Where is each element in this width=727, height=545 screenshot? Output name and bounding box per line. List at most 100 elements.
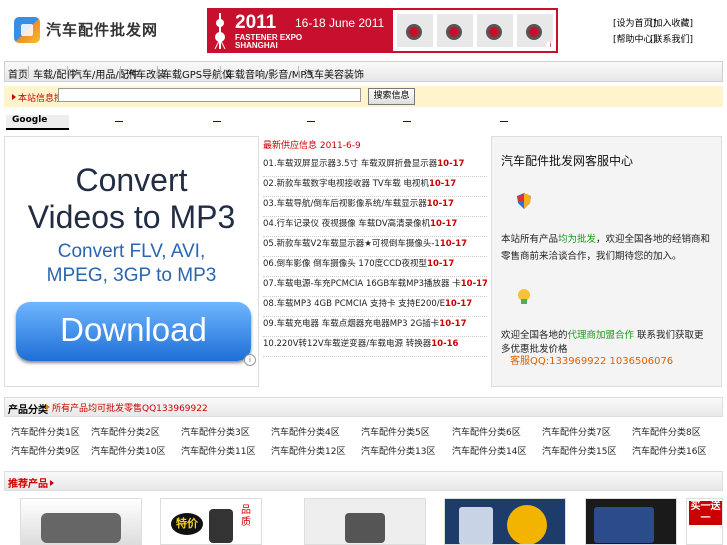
news-item-title[interactable]: 06.倒车影像 倒车摄像头 170度CCD夜视型 [263, 259, 427, 269]
product-thumb[interactable] [585, 498, 677, 545]
news-item-title[interactable]: 09.车载充电器 车载点烟器充电器MP3 2G插卡 [263, 319, 439, 329]
search-input[interactable] [58, 88, 361, 102]
expo-banner-ad[interactable]: 2011 16-18 June 2011 FASTENER EXPO SHANG… [207, 8, 558, 53]
ad-heading-2: Videos to MP3 [27, 199, 236, 235]
news-item-date: 10-17 [427, 259, 455, 269]
news-item[interactable]: 07.车载电源-车充PCMCIA 16GB车载MP3播放器 卡10-17 [263, 277, 487, 297]
ad-subheading-1: Convert FLV, AVI, [57, 241, 206, 262]
nav-item-parts[interactable]: 车载/配件 [33, 66, 76, 81]
news-item[interactable]: 05.新款车载V2车载显示器★可视倒车摄像头-110-17 [263, 237, 487, 257]
adchoices-icon[interactable]: i [244, 354, 256, 366]
news-heading: 最新供应信息 2011-6-9 [263, 141, 361, 151]
nav-divider [157, 66, 158, 78]
news-item[interactable]: 09.车载充电器 车载点烟器充电器MP3 2G插卡10-17 [263, 317, 487, 337]
category-link[interactable]: 汽车配件分类3区 [181, 425, 250, 438]
category-link[interactable]: 汽车配件分类6区 [452, 425, 521, 438]
ad-heading-1: Convert [75, 162, 188, 198]
top-link-favorite[interactable]: [加入收藏] [650, 16, 693, 29]
google-search-tab[interactable]: Google [6, 115, 69, 130]
converter-ad[interactable]: Convert Videos to MP3 Convert FLV, AVI, … [4, 136, 259, 387]
product-thumb[interactable] [304, 498, 426, 545]
fastener-thumb [437, 14, 473, 47]
products-title: 推荐产品 [8, 475, 56, 490]
news-item-title[interactable]: 03.车载导航/倒车后视影像系统/车载显示器 [263, 199, 427, 209]
news-item[interactable]: 06.倒车影像 倒车摄像头 170度CCD夜视型10-17 [263, 257, 487, 277]
google-link[interactable] [500, 121, 508, 122]
fastener-thumb [477, 14, 513, 47]
product-thumb[interactable] [444, 498, 566, 545]
google-link[interactable] [115, 121, 123, 122]
category-note: 所有产品均可批发零售QQ133969922 [44, 401, 208, 414]
nav-divider [120, 66, 121, 78]
nav-divider [298, 66, 299, 78]
category-link[interactable]: 汽车配件分类16区 [632, 444, 706, 457]
nav-item-gps[interactable]: 车载GPS导航仪 [162, 66, 232, 81]
news-item-date: 10-17 [428, 179, 457, 189]
news-item-title[interactable]: 01.车载双屏显示器3.5寸 车载双屏折叠显示器 [263, 159, 437, 169]
category-link[interactable]: 汽车配件分类5区 [361, 425, 430, 438]
banner-title: FASTENER EXPO SHANGHAI [235, 33, 303, 50]
news-item-title[interactable]: 02.新款车载数字电视接收器 TV车载 电视机 [263, 179, 429, 189]
category-link[interactable]: 汽车配件分类13区 [361, 444, 435, 457]
google-link[interactable] [213, 121, 221, 122]
nav-divider [28, 66, 29, 78]
info-icon[interactable]: i [546, 41, 555, 50]
news-item-date: 10-17 [439, 239, 468, 249]
category-link[interactable]: 汽车配件分类11区 [181, 444, 255, 457]
news-item[interactable]: 08.车载MP3 4GB PCMCIA 支持卡 支持E200/E10-17 [263, 297, 487, 317]
product-thumb[interactable] [20, 498, 142, 545]
category-link[interactable]: 汽车配件分类15区 [542, 444, 616, 457]
category-link[interactable]: 汽车配件分类8区 [632, 425, 701, 438]
news-item-title[interactable]: 05.新款车载V2车载显示器★可视倒车摄像头-1 [263, 239, 440, 249]
service-qq[interactable]: 客服QQ:133969922 1036506076 [510, 352, 673, 367]
site-logo-icon[interactable] [14, 17, 40, 43]
handshake-icon [518, 289, 530, 304]
news-item-title[interactable]: 10.220V转12V车载逆变器/车载电源 转换器 [263, 339, 431, 349]
banner-dates: 16-18 June 2011 [295, 16, 385, 30]
shield-icon [517, 193, 531, 209]
nav-item-audio[interactable]: 车载音响/影音/MP3 [225, 66, 313, 81]
category-link[interactable]: 汽车配件分类10区 [91, 444, 165, 457]
news-item-date: 10-17 [439, 319, 467, 329]
news-item[interactable]: 02.新款车载数字电视接收器 TV车载 电视机10-17 [263, 177, 487, 197]
news-item-date: 10-16 [431, 339, 459, 349]
products-bar [4, 471, 723, 491]
nav-item-home[interactable]: 首页 [8, 66, 28, 81]
promo-thumb[interactable]: 买一送一 [686, 498, 723, 545]
google-link[interactable] [403, 121, 411, 122]
product-thumb[interactable]: 特价 品质 [160, 498, 262, 545]
category-link[interactable]: 汽车配件分类2区 [91, 425, 160, 438]
news-item-title[interactable]: 04.行车记录仪 夜视摄像 车载DV高清录像机 [263, 219, 430, 229]
buy-one-get-one-label: 买一送一 [689, 501, 722, 525]
news-item[interactable]: 04.行车记录仪 夜视摄像 车载DV高清录像机10-17 [263, 217, 487, 237]
news-item[interactable]: 10.220V转12V车载逆变器/车载电源 转换器10-16 [263, 337, 487, 357]
news-item-title[interactable]: 07.车载电源-车充PCMCIA 16GB车载MP3播放器 卡 [263, 279, 461, 289]
nav-item-modify[interactable]: 汽车改装 [126, 66, 166, 81]
category-link[interactable]: 汽车配件分类9区 [11, 444, 80, 457]
top-link-contact[interactable]: [联系我们] [650, 32, 693, 45]
news-item-date: 10-17 [430, 219, 458, 229]
news-item[interactable]: 01.车载双屏显示器3.5寸 车载双屏折叠显示器10-17 [263, 157, 487, 177]
category-link[interactable]: 汽车配件分类14区 [452, 444, 526, 457]
ad-subheading-2: MPEG, 3GP to MP3 [46, 265, 217, 286]
category-link[interactable]: 汽车配件分类7区 [542, 425, 611, 438]
google-link[interactable] [307, 121, 315, 122]
main-nav: 首页 车载/配件 汽车/用品/配件 汽车改装 车载GPS导航仪 车载音响/影音/… [4, 61, 723, 82]
category-title: 产品分类 [8, 405, 48, 416]
category-link[interactable]: 汽车配件分类4区 [271, 425, 340, 438]
fastener-thumb [397, 14, 433, 47]
category-link[interactable]: 汽车配件分类12区 [271, 444, 345, 457]
nav-divider [220, 66, 221, 78]
news-item-title[interactable]: 08.车载MP3 4GB PCMCIA 支持卡 支持E200/E [263, 299, 445, 309]
search-button[interactable]: 搜索信息 [368, 88, 415, 105]
nav-divider [67, 66, 68, 78]
news-item[interactable]: 03.车载导航/倒车后视影像系统/车载显示器10-17 [263, 197, 487, 217]
news-item-date: 10-17 [445, 299, 473, 309]
service-text-agents: 欢迎全国各地的代理商加盟合作 联系我们获取更多优惠批发价格 [501, 330, 704, 355]
ad-download-button[interactable]: Download [16, 302, 251, 361]
site-title[interactable]: 汽车配件批发网 [46, 19, 158, 40]
category-link[interactable]: 汽车配件分类1区 [11, 425, 80, 438]
news-item-date: 10-17 [437, 159, 465, 169]
pearl-tower-icon [214, 13, 226, 49]
nav-item-beauty[interactable]: 汽车美容装饰 [304, 66, 364, 81]
